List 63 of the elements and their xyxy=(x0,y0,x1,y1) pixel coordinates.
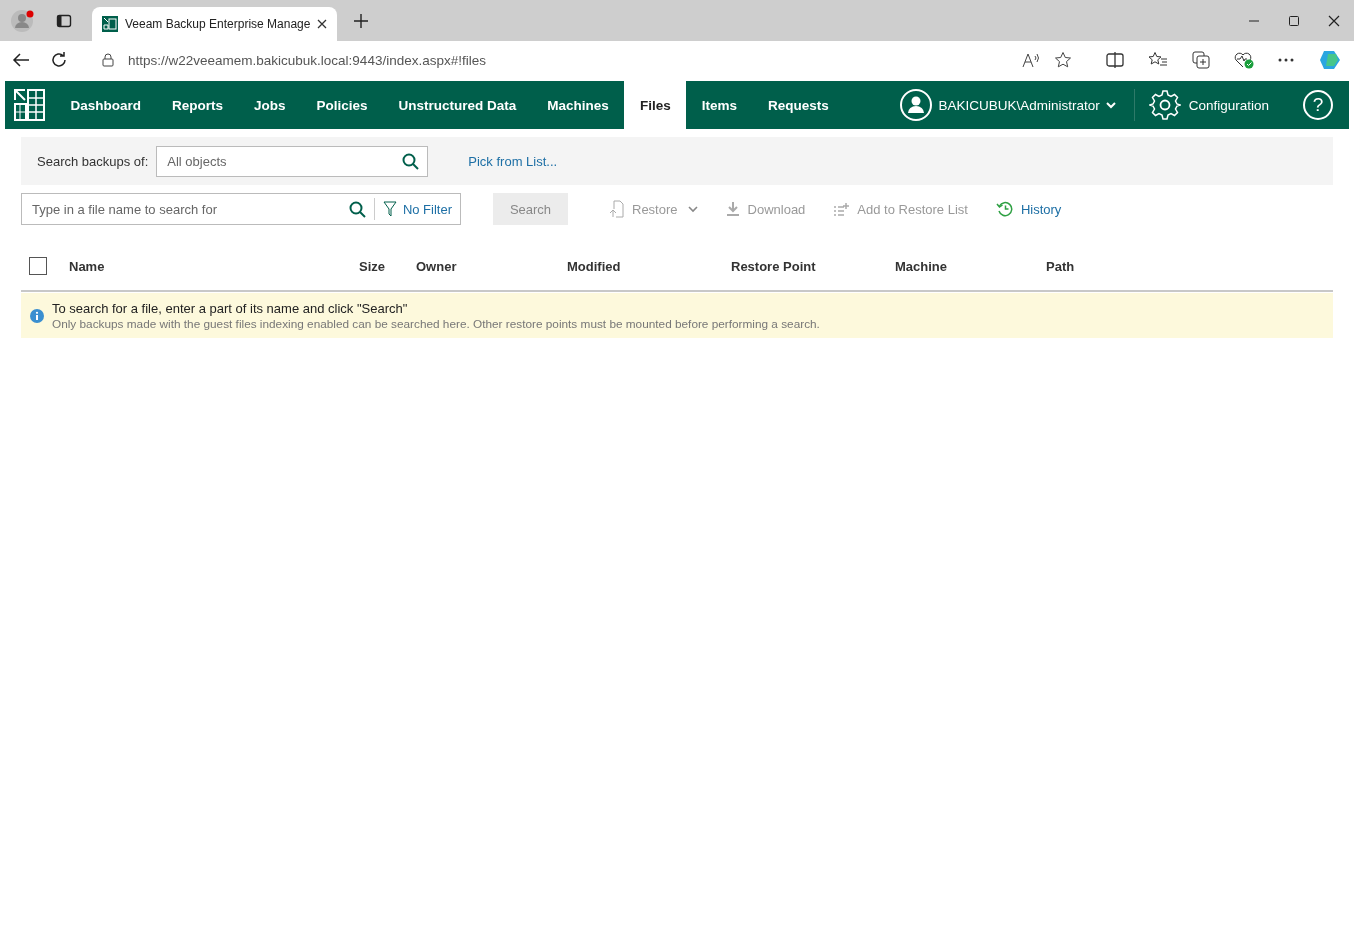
nav-tab[interactable]: Jobs xyxy=(238,81,302,129)
app-logo-icon[interactable] xyxy=(13,88,47,122)
nav-tab[interactable]: Reports xyxy=(156,81,239,129)
url-text: https://w22veeamem.bakicubuk.local:9443/index.aspx#!files xyxy=(128,52,487,68)
column-header[interactable]: Modified xyxy=(567,258,731,274)
tab-title: Veeam Backup Enterprise Manage xyxy=(125,17,311,31)
user-menu[interactable]: BAKICUBUK\Administrator xyxy=(882,81,1134,129)
help-button[interactable]: ? xyxy=(1303,90,1333,120)
new-tab-icon[interactable] xyxy=(353,12,370,29)
split-screen-icon[interactable] xyxy=(1106,52,1124,68)
profile-icon[interactable] xyxy=(10,7,36,34)
nav-tab[interactable]: Dashboard xyxy=(55,81,157,129)
list-add-icon xyxy=(833,202,850,216)
back-icon[interactable] xyxy=(12,52,30,68)
column-header[interactable]: Size xyxy=(359,258,416,274)
filter-button[interactable]: No Filter xyxy=(382,201,452,217)
maximize-icon[interactable] xyxy=(1288,14,1300,27)
info-detail: Only backups made with the guest files indexing enabled can be searched here. Other restore points must be mounted before performing a search. xyxy=(52,317,820,331)
info-title: To search for a file, enter a part of its name and click "Search" xyxy=(52,301,409,316)
object-search-box[interactable]: All objects xyxy=(156,145,429,177)
file-search-box[interactable]: Type in a file name to search for No Filter xyxy=(21,193,461,225)
nav-tab[interactable]: Requests xyxy=(752,81,845,129)
file-restore-icon xyxy=(608,200,624,218)
column-header[interactable]: Restore Point xyxy=(731,258,895,274)
collections-icon[interactable] xyxy=(1192,51,1210,69)
chevron-down-icon xyxy=(1105,101,1116,109)
nav-tab[interactable]: Policies xyxy=(301,81,384,129)
configuration-button[interactable]: Configuration xyxy=(1134,81,1283,129)
download-icon xyxy=(725,201,740,217)
more-icon[interactable] xyxy=(1278,58,1294,62)
nav-tab[interactable]: Items xyxy=(686,81,753,129)
column-header[interactable]: Name xyxy=(69,258,359,274)
history-icon xyxy=(995,201,1013,217)
app-logo-icon xyxy=(102,16,118,32)
object-search-field[interactable]: All objects xyxy=(165,152,395,170)
user-avatar-icon xyxy=(900,89,933,121)
copilot-icon[interactable] xyxy=(1318,48,1342,72)
close-icon[interactable] xyxy=(1328,14,1340,27)
browser-tab[interactable]: Veeam Backup Enterprise Manage xyxy=(92,7,338,41)
tab-actions-icon[interactable] xyxy=(56,12,72,29)
favorites-icon[interactable] xyxy=(1148,51,1168,69)
settings-icon xyxy=(1148,89,1181,121)
nav-tab[interactable]: Machines xyxy=(531,81,625,129)
lock-icon xyxy=(102,53,114,67)
filter-icon xyxy=(382,201,397,217)
read-aloud-icon[interactable] xyxy=(1022,52,1040,68)
select-all-checkbox[interactable] xyxy=(29,257,47,275)
column-header[interactable]: Path xyxy=(1046,258,1333,274)
column-header[interactable]: Machine xyxy=(895,258,1046,274)
close-icon[interactable] xyxy=(317,19,328,29)
nav-tab[interactable]: Unstructured Data xyxy=(383,81,532,129)
search-icon xyxy=(348,200,366,218)
scope-label: Search backups of: xyxy=(37,153,149,169)
nav-tab[interactable]: Files xyxy=(624,81,687,129)
file-search-field[interactable]: Type in a file name to search for xyxy=(30,200,341,218)
pick-from-list-link[interactable]: Pick from List... xyxy=(468,153,558,169)
search-icon xyxy=(402,152,420,170)
star-icon[interactable] xyxy=(1054,51,1072,69)
toolbar-action[interactable]: History xyxy=(995,201,1062,217)
column-header[interactable]: Owner xyxy=(416,258,567,274)
info-icon xyxy=(30,309,44,323)
heart-check-icon[interactable] xyxy=(1234,51,1254,69)
reload-icon[interactable] xyxy=(50,51,68,69)
